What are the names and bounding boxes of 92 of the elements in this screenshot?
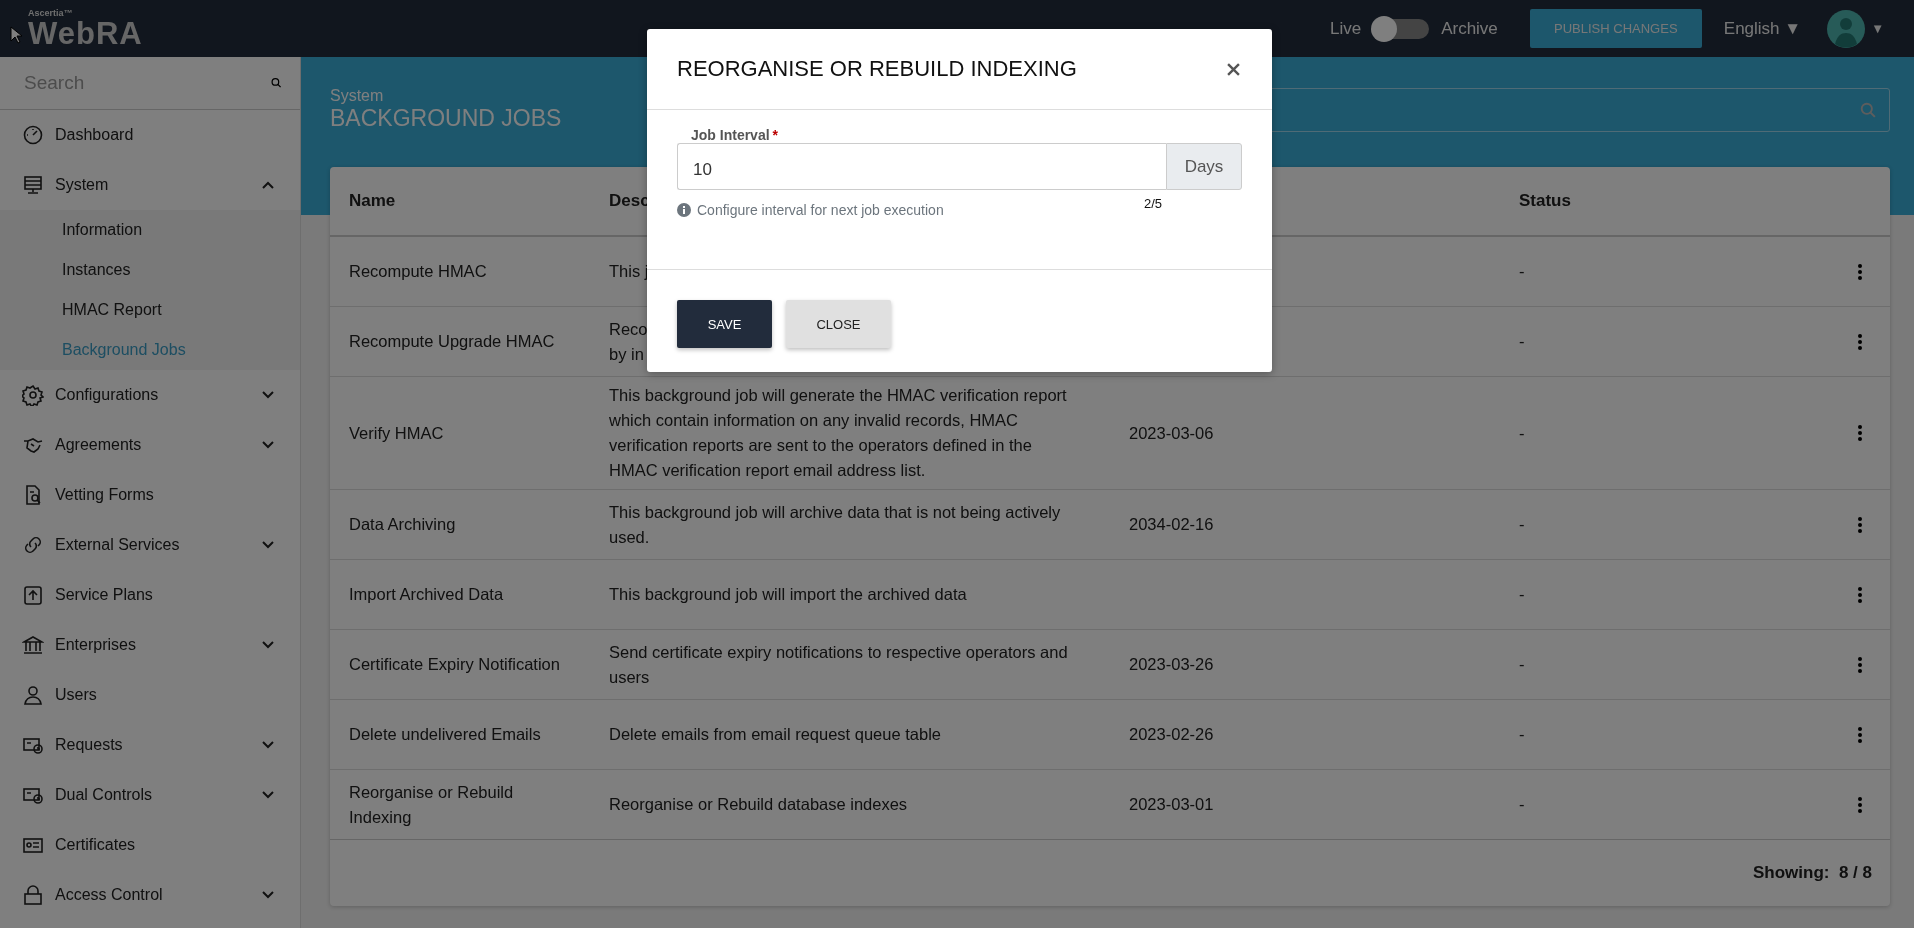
more-icon[interactable] bbox=[1857, 655, 1863, 674]
toggle-label: Live bbox=[1329, 18, 1362, 39]
sidebar-item[interactable]: Agreements bbox=[0, 420, 300, 470]
table-cell-text: Data Archiving bbox=[349, 514, 457, 535]
table-cell: - bbox=[1519, 585, 1525, 603]
submenu-item[interactable]: Instances bbox=[0, 250, 300, 290]
language-dropdown[interactable]: English ▼ bbox=[1723, 18, 1802, 39]
sidebar-item[interactable]: Enterprises bbox=[0, 620, 300, 670]
table-cell: 2023-03-26 bbox=[1129, 655, 1214, 673]
sidebar-item[interactable]: External Services bbox=[0, 520, 300, 570]
chevron-down-icon[interactable] bbox=[262, 791, 274, 799]
table-cell-text: Import Archived Data bbox=[349, 584, 505, 605]
table-cell: - bbox=[1519, 515, 1525, 533]
sidebar-item[interactable]: Access Control bbox=[0, 870, 300, 920]
live-archive-toggle[interactable] bbox=[1373, 18, 1430, 39]
field-label: Job Interval bbox=[691, 127, 770, 143]
more-icon[interactable] bbox=[1857, 515, 1863, 534]
dialog-title: REORGANISE OR REBUILD INDEXING bbox=[677, 56, 1077, 82]
chevron-down-icon[interactable] bbox=[262, 541, 274, 549]
table-cell-text: Reorganise or Rebuild Indexing bbox=[349, 781, 515, 828]
chevron-down-icon[interactable] bbox=[262, 441, 274, 449]
unit-label: Days bbox=[1166, 143, 1242, 190]
monitor-icon bbox=[22, 174, 44, 196]
page-title: BACKGROUND JOBS bbox=[330, 105, 562, 132]
sidebar-item[interactable]: Dual Controls bbox=[0, 770, 300, 820]
table-cell-text: This background job will generate the HMAC verification report which contain information on any invalid records, HMAC verification reports are sent to the operators defined in the HMAC verification report email address list. bbox=[609, 385, 1068, 481]
chevron-up-icon[interactable] bbox=[262, 181, 274, 189]
column-header: Name bbox=[349, 191, 396, 210]
info-icon bbox=[677, 203, 691, 217]
sidebar-item[interactable]: Users bbox=[0, 670, 300, 720]
sidebar-item[interactable]: Configurations bbox=[0, 370, 300, 420]
upload-icon bbox=[22, 584, 44, 606]
table-cell: 2023-03-01 bbox=[1129, 795, 1214, 813]
save-button[interactable]: SAVE bbox=[677, 300, 772, 348]
table-cell-text: This background job will import the archived data bbox=[609, 584, 967, 605]
sidebar-item[interactable]: Requests bbox=[0, 720, 300, 770]
gauge-icon bbox=[22, 124, 44, 146]
table-cell-text: This background job will archive data that is not being actively used. bbox=[609, 501, 1062, 548]
close-button[interactable]: CLOSE bbox=[786, 300, 891, 348]
chevron-down-icon[interactable] bbox=[262, 891, 274, 899]
submenu-item[interactable]: Information bbox=[0, 210, 300, 250]
brand-logo: WebRA bbox=[28, 17, 143, 50]
sidebar-item[interactable]: Service Plans bbox=[0, 570, 300, 620]
help-text: Configure interval for next job execution bbox=[697, 202, 944, 218]
required-mark: * bbox=[772, 127, 779, 143]
interval-input[interactable]: 10 bbox=[677, 143, 1166, 190]
more-icon[interactable] bbox=[1857, 332, 1863, 351]
table-cell: - bbox=[1519, 262, 1525, 280]
more-icon[interactable] bbox=[1857, 585, 1863, 604]
more-icon[interactable] bbox=[1857, 795, 1863, 814]
sidebar-item[interactable]: Dashboard bbox=[0, 110, 300, 160]
link-icon bbox=[22, 534, 44, 556]
submenu-item[interactable]: HMAC Report bbox=[0, 290, 300, 330]
bank-icon bbox=[22, 634, 44, 656]
table-cell-text: Recompute HMAC bbox=[349, 261, 488, 282]
more-icon[interactable] bbox=[1857, 424, 1863, 442]
sidebar-item[interactable]: Certificates bbox=[0, 820, 300, 870]
brand-tagline: Ascertia™ bbox=[28, 7, 74, 18]
table-cell: - bbox=[1519, 725, 1525, 743]
character-counter: 2/5 bbox=[1143, 196, 1162, 213]
sidebar-item[interactable]: Vetting Forms bbox=[0, 470, 300, 520]
more-icon[interactable] bbox=[1857, 262, 1863, 281]
column-header: Status bbox=[1519, 191, 1571, 210]
table-cell: - bbox=[1519, 423, 1525, 442]
table-cell: - bbox=[1519, 795, 1525, 813]
lock-icon bbox=[22, 884, 44, 906]
chevron-down-icon[interactable] bbox=[262, 641, 274, 649]
table-cell-text: Send certificate expiry notifications to respective operators and users bbox=[609, 641, 1069, 688]
table-cell-text: This j bbox=[609, 261, 649, 282]
chevron-down-icon[interactable] bbox=[262, 741, 274, 749]
chevron-down-icon[interactable] bbox=[262, 391, 274, 399]
user-icon bbox=[22, 684, 44, 706]
table-cell: 2023-02-26 bbox=[1129, 725, 1214, 743]
table-cell-text: Delete emails from email request queue table bbox=[609, 724, 941, 745]
sidebar-item[interactable]: System bbox=[0, 160, 300, 210]
row-count: Showing: 8 / 8 bbox=[1753, 863, 1872, 883]
table-cell: 2023-03-06 bbox=[1129, 423, 1214, 442]
table-cell-text: Certificate Expiry Notification bbox=[349, 654, 561, 675]
table-cell-text: Verify HMAC bbox=[349, 422, 445, 444]
column-header: Desc bbox=[609, 191, 650, 210]
table-cell-text: Recompute Upgrade HMAC bbox=[349, 331, 556, 352]
table-cell: 2034-02-16 bbox=[1129, 515, 1214, 533]
more-icon[interactable] bbox=[1857, 725, 1863, 744]
table-cell-text: Reorganise or Rebuild database indexes bbox=[609, 794, 908, 815]
table-cell: - bbox=[1519, 332, 1525, 350]
table-cell-text: Delete undelivered Emails bbox=[349, 724, 542, 745]
table-cell-text: Reco by in bbox=[609, 318, 648, 365]
mouse-cursor-icon bbox=[10, 26, 22, 44]
gear-icon bbox=[22, 384, 44, 406]
breadcrumb: System bbox=[330, 87, 385, 105]
table-cell: - bbox=[1519, 655, 1525, 673]
toggle-label: Archive bbox=[1441, 18, 1498, 39]
